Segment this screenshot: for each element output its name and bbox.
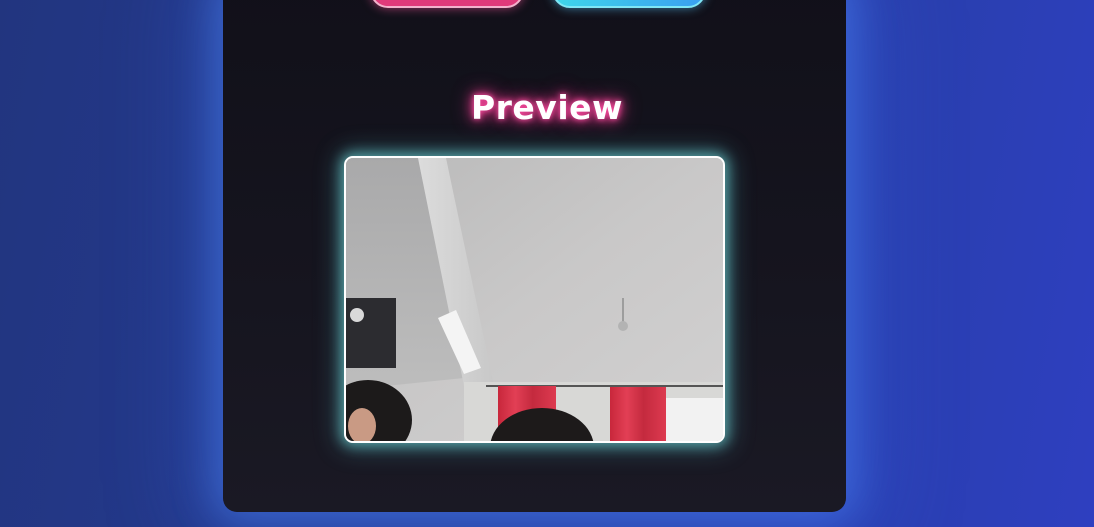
webcam-preview-image bbox=[346, 158, 723, 441]
preview-frame bbox=[344, 156, 725, 443]
pink-action-button[interactable] bbox=[370, 0, 524, 8]
cyan-action-button[interactable] bbox=[552, 0, 706, 8]
preview-heading: Preview bbox=[470, 88, 624, 127]
